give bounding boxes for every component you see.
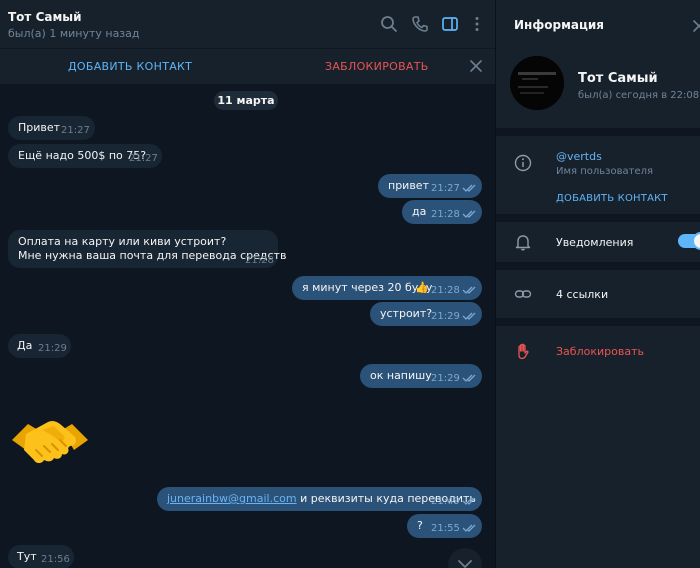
read-check-icon (462, 286, 476, 294)
message-time: 21:29 (431, 373, 460, 384)
message-text: ок напишу (370, 369, 432, 382)
section-divider (496, 128, 700, 136)
message-time: 21:27 (129, 153, 158, 164)
message-outgoing[interactable]: я минут через 20 буду 👍 21:28 (292, 276, 482, 300)
message-incoming[interactable]: Ещё надо 500$ по 75? 21:27 (8, 144, 162, 168)
profile-status: был(а) сегодня в 22:08 (578, 90, 700, 101)
sidebar-toggle-icon[interactable] (440, 14, 460, 34)
add-contact-button[interactable]: ДОБАВИТЬ КОНТАКТ (556, 193, 668, 204)
info-panel: Информация Тот Самый был(а) сегодня в 22… (496, 0, 700, 568)
info-icon (514, 154, 532, 172)
read-check-icon (462, 184, 476, 192)
message-time: 21:49 (431, 496, 460, 507)
section-divider (496, 214, 700, 222)
message-time: 21:28 (245, 255, 274, 266)
read-check-icon (462, 374, 476, 382)
message-outgoing[interactable]: привет 21:27 (378, 174, 482, 198)
message-text: ? (417, 519, 423, 532)
notifications-toggle[interactable] (678, 232, 700, 250)
message-text: Ещё надо 500$ по 75? (18, 149, 147, 162)
message-text: привет (388, 179, 429, 192)
phone-icon[interactable] (410, 14, 430, 34)
message-incoming[interactable]: Тут 21:56 (8, 545, 74, 568)
read-check-icon (462, 497, 476, 505)
close-icon[interactable] (692, 18, 700, 32)
message-time: 21:28 (431, 209, 460, 220)
link-icon (514, 285, 532, 303)
section-divider (496, 318, 700, 326)
message-text: я минут через 20 буду (302, 281, 433, 294)
message-outgoing[interactable]: да 21:28 (402, 200, 482, 224)
avatar[interactable] (510, 56, 564, 110)
scroll-down-button[interactable] (448, 548, 482, 568)
chevron-down-icon (458, 560, 472, 568)
add-contact-button[interactable]: ДОБАВИТЬ КОНТАКТ (68, 60, 192, 73)
chat-status: был(а) 1 минуту назад (8, 27, 140, 40)
message-time: 21:55 (431, 523, 460, 534)
search-icon[interactable] (379, 14, 399, 34)
more-vertical-icon[interactable] (467, 14, 487, 34)
message-text: Привет (18, 121, 61, 134)
profile-name: Тот Самый (578, 71, 658, 86)
message-text: Тут (17, 550, 37, 563)
message-time: 21:29 (38, 343, 67, 354)
shared-links-item[interactable]: 4 ссылки (556, 288, 608, 301)
message-text: Да (17, 339, 33, 352)
info-title: Информация (514, 18, 604, 32)
read-check-icon (462, 210, 476, 218)
message-text: да (412, 205, 427, 218)
message-time: 21:56 (41, 554, 70, 565)
block-user-button[interactable]: Заблокировать (556, 345, 644, 358)
notifications-label: Уведомления (556, 236, 634, 249)
message-outgoing[interactable]: ок напишу 21:29 (360, 364, 482, 388)
message-incoming[interactable]: Оплата на карту или киви устроит? Мне ну… (8, 230, 286, 268)
chat-title[interactable]: Тот Самый (8, 10, 82, 24)
contact-action-bar: ДОБАВИТЬ КОНТАКТ ЗАБЛОКИРОВАТЬ (0, 48, 495, 84)
message-incoming[interactable]: Да 21:29 (8, 334, 71, 358)
message-outgoing[interactable]: junerainbw@gmail.com и реквизиты куда пе… (157, 487, 482, 511)
message-time: 21:27 (431, 183, 460, 194)
date-separator: 11 марта (214, 91, 278, 110)
message-time: 21:28 (431, 285, 460, 296)
block-hand-icon (514, 342, 532, 360)
read-check-icon (462, 312, 476, 320)
message-time: 21:27 (61, 125, 90, 136)
thumbs-up-emoji: 👍 (415, 281, 429, 294)
section-divider (496, 262, 700, 270)
message-text-line1: Оплата на карту или киви устроит? (18, 235, 227, 248)
handshake-sticker[interactable] (8, 410, 92, 476)
message-text: устроит? (380, 307, 433, 320)
message-time: 21:29 (431, 311, 460, 322)
message-incoming[interactable]: Привет 21:27 (8, 116, 95, 140)
chat-area: Тот Самый был(а) 1 минуту назад ДОБАВИТЬ… (0, 0, 495, 568)
message-outgoing[interactable]: устроит? 21:29 (370, 302, 482, 326)
email-link[interactable]: junerainbw@gmail.com (167, 492, 297, 505)
block-button[interactable]: ЗАБЛОКИРОВАТЬ (325, 60, 429, 73)
message-outgoing[interactable]: ? 21:55 (407, 514, 482, 538)
close-icon[interactable] (468, 58, 484, 74)
username-link[interactable]: @vertds (556, 150, 602, 163)
read-check-icon (462, 524, 476, 532)
bell-icon (514, 233, 532, 251)
username-label: Имя пользователя (556, 166, 654, 177)
toggle-knob (692, 232, 700, 250)
chat-header: Тот Самый был(а) 1 минуту назад (0, 0, 495, 48)
